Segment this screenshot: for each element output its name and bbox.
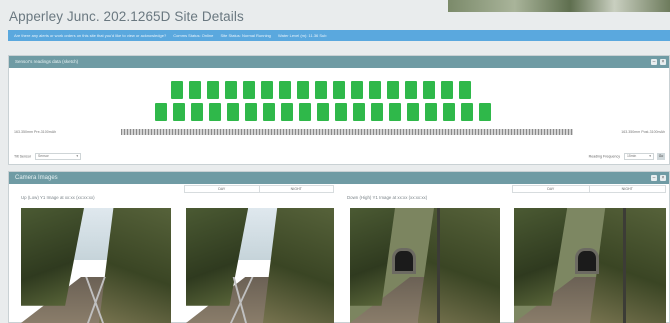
chevron-down-icon: ▾ — [76, 154, 79, 158]
sensor-tile[interactable] — [387, 81, 399, 99]
camera-image-up-day[interactable] — [21, 208, 171, 323]
camera-image-up-night[interactable] — [186, 208, 334, 323]
sensor-tile[interactable] — [441, 81, 453, 99]
sensor-tile[interactable] — [459, 81, 471, 99]
camera-images-panel: Camera Images – × Up (Low) Y1 Image at x… — [8, 171, 670, 323]
sensor-tile[interactable] — [279, 81, 291, 99]
right-sensor-label: 163.350mm Post-3100mAh — [621, 130, 665, 134]
camera-panel-title: Camera Images — [15, 175, 58, 181]
right-camera-title: Down (High) Y1 Image at xx:xx (xx:xx:xx) — [347, 195, 428, 200]
reading-frequency-control: Reading Frequency 15min ▾ Go — [589, 153, 665, 160]
water-level: Water Level (m): 11.36 Sub — [278, 33, 327, 38]
sensor-tile[interactable] — [351, 81, 363, 99]
minimize-button[interactable]: – — [651, 59, 657, 65]
left-camera-title: Up (Low) Y1 Image at xx:xx (xx:xx:xx) — [21, 195, 95, 200]
header-banner-image — [448, 0, 670, 12]
close-button[interactable]: × — [660, 175, 666, 181]
sensor-tile[interactable] — [369, 81, 381, 99]
sensor-tile[interactable] — [461, 103, 473, 121]
site-status: Site Status: Normal Running — [220, 33, 271, 38]
sensor-tile[interactable] — [333, 81, 345, 99]
tilt-view-select[interactable]: Sensor ▾ — [35, 153, 82, 160]
sensor-tile[interactable] — [281, 103, 293, 121]
sensors-panel-title: Sensor's readings data (sketch) — [15, 59, 79, 64]
tilt-view-control: Tilt Sensor Sensor ▾ — [14, 153, 82, 160]
reading-frequency-value: 15min — [627, 154, 637, 158]
sensor-tile[interactable] — [155, 103, 167, 121]
tab-day[interactable]: DAY — [185, 186, 259, 192]
reading-frequency-select[interactable]: 15min ▾ — [624, 153, 654, 160]
tilt-view-value: Sensor — [38, 154, 49, 158]
sensor-tile[interactable] — [299, 103, 311, 121]
go-button[interactable]: Go — [657, 153, 665, 160]
sensor-tile[interactable] — [245, 103, 257, 121]
camera-panel-header: Camera Images – × — [9, 172, 669, 184]
right-day-night-tabs: DAY NIGHT — [512, 185, 666, 193]
comms-status: Comms Status: Online — [173, 33, 214, 38]
alert-bar: Are there any alerts or work orders on t… — [8, 30, 670, 41]
camera-image-down-day[interactable] — [350, 208, 500, 323]
sensor-tile[interactable] — [261, 81, 273, 99]
alert-message[interactable]: Are there any alerts or work orders on t… — [14, 33, 166, 38]
site-details-page: Apperley Junc. 202.1265D Site Details Ar… — [0, 0, 670, 323]
sensor-tile[interactable] — [315, 81, 327, 99]
sensors-panel-header: Sensor's readings data (sketch) – × — [9, 56, 669, 68]
sensor-row-1 — [9, 81, 670, 99]
page-title: Apperley Junc. 202.1265D Site Details — [9, 9, 244, 24]
sensor-tile[interactable] — [479, 103, 491, 121]
sensor-tile[interactable] — [407, 103, 419, 121]
sensors-panel: Sensor's readings data (sketch) – × 163.… — [8, 55, 670, 165]
camera-image-down-night[interactable] — [514, 208, 666, 323]
sensor-strip — [121, 129, 573, 135]
sensor-tile[interactable] — [443, 103, 455, 121]
sensor-tile[interactable] — [209, 103, 221, 121]
sensor-tile[interactable] — [225, 81, 237, 99]
sensor-tile[interactable] — [173, 103, 185, 121]
sensor-row-2 — [9, 103, 670, 121]
tilt-view-label: Tilt Sensor — [14, 154, 32, 159]
tab-night[interactable]: NIGHT — [588, 186, 666, 192]
sensor-tile[interactable] — [171, 81, 183, 99]
sensor-tile[interactable] — [207, 81, 219, 99]
close-button[interactable]: × — [660, 59, 666, 65]
sensor-tile[interactable] — [189, 81, 201, 99]
sensor-tile[interactable] — [263, 103, 275, 121]
sensor-tile[interactable] — [389, 103, 401, 121]
sensor-tile[interactable] — [191, 103, 203, 121]
sensor-tile[interactable] — [371, 103, 383, 121]
sensor-tile[interactable] — [317, 103, 329, 121]
sensor-tile[interactable] — [243, 81, 255, 99]
sensor-tile[interactable] — [335, 103, 347, 121]
sensor-tile[interactable] — [353, 103, 365, 121]
sensor-tile[interactable] — [227, 103, 239, 121]
minimize-button[interactable]: – — [651, 175, 657, 181]
left-sensor-label: 163.350mm Pre-3100mAh — [14, 130, 57, 134]
sensor-tile[interactable] — [297, 81, 309, 99]
tab-day[interactable]: DAY — [513, 186, 589, 192]
sensor-tile[interactable] — [423, 81, 435, 99]
left-day-night-tabs: DAY NIGHT — [184, 185, 334, 193]
tab-night[interactable]: NIGHT — [258, 186, 334, 192]
reading-frequency-label: Reading Frequency — [588, 154, 620, 159]
chevron-down-icon: ▾ — [649, 154, 651, 158]
sensor-tile[interactable] — [425, 103, 437, 121]
sensor-tile[interactable] — [405, 81, 417, 99]
